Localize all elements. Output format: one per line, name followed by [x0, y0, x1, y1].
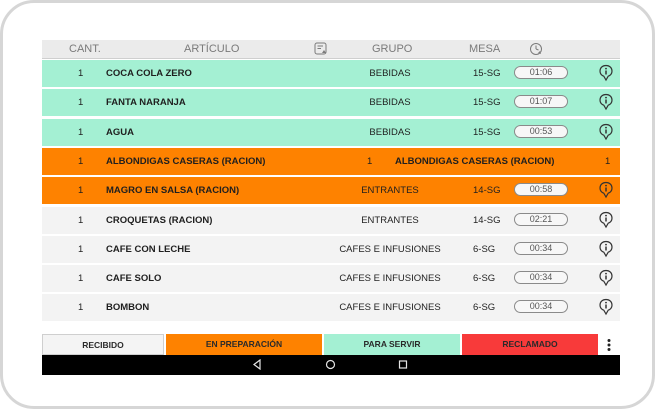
row-article: FANTA NARANJA: [106, 97, 186, 109]
row-table: 6-SG: [473, 273, 496, 285]
row-elapsed-time: 01:07: [514, 95, 568, 109]
info-pin-icon[interactable]: [598, 93, 614, 114]
order-row[interactable]: 1 BOMBON CAFES E INFUSIONES 6-SG 00:34: [42, 294, 620, 322]
tab-recibido[interactable]: RECIBIDO: [42, 334, 164, 355]
row-article: BOMBON: [106, 302, 150, 314]
row-article: ALBONDIGAS CASERAS (RACION): [106, 155, 266, 167]
row-elapsed-time: 00:53: [514, 124, 568, 138]
row-group: BEBIDAS: [369, 126, 411, 138]
row-quantity: 1: [78, 243, 84, 255]
row-elapsed-time: 00:58: [514, 183, 568, 197]
info-pin-icon[interactable]: [598, 298, 614, 319]
row-group: CAFES E INFUSIONES: [339, 302, 441, 314]
row-article: COCA COLA ZERO: [106, 68, 192, 79]
order-row[interactable]: 1 CAFE CON LECHE CAFES E INFUSIONES 6-SG 00:…: [42, 235, 620, 263]
order-row[interactable]: 1 MAGRO EN SALSA (RACION) ENTRANTES 14-SG 00…: [42, 177, 620, 205]
row-quantity: 1: [78, 214, 84, 226]
android-nav-bar: [42, 355, 620, 375]
row-article: CAFE SOLO: [106, 273, 162, 285]
row-quantity: 1: [78, 273, 84, 285]
row-quantity: 1: [78, 302, 84, 314]
row-elapsed-time: 02:21: [514, 212, 568, 226]
row-table: 15-SG: [473, 126, 501, 138]
row-quantity: 1: [78, 68, 84, 79]
info-pin-icon[interactable]: [598, 64, 614, 85]
row-article: AGUA: [106, 126, 134, 138]
row-group: CAFES E INFUSIONES: [339, 273, 441, 285]
order-notes-icon: [314, 42, 328, 58]
row-quantity: 1: [78, 185, 84, 197]
order-row[interactable]: 1 FANTA NARANJA BEBIDAS 15-SG 01:07: [42, 89, 620, 117]
row-table: 15-SG: [473, 68, 501, 79]
row-group: CAFES E INFUSIONES: [339, 243, 441, 255]
row-elapsed-time: 00:34: [514, 271, 568, 285]
row-elapsed-time: 00:34: [514, 241, 568, 255]
info-pin-icon[interactable]: [598, 269, 614, 290]
more-vert-icon[interactable]: [605, 338, 613, 352]
home-circle-icon[interactable]: [325, 359, 336, 370]
row-group: BEBIDAS: [369, 97, 411, 109]
status-tab-bar: RECIBIDO EN PREPARACIÓN PARA SERVIR RECL…: [42, 333, 620, 355]
row-table: 15-SG: [473, 97, 501, 109]
row-elapsed-time: 00:34: [514, 300, 568, 314]
row-group: ENTRANTES: [361, 185, 419, 197]
header-cant: CANT.: [69, 43, 101, 55]
clock-icon: [529, 42, 543, 59]
tablet-frame: CANT. ARTÍCULO GRUPO MESA 1 COCA COLA ZE…: [0, 0, 655, 409]
recents-square-icon[interactable]: [398, 359, 408, 370]
row-elapsed-time: 01:06: [514, 66, 568, 79]
info-pin-icon[interactable]: [598, 123, 614, 144]
order-row[interactable]: 1 COCA COLA ZERO BEBIDAS 15-SG 01:06: [42, 60, 620, 87]
order-row[interactable]: 1 CAFE SOLO CAFES E INFUSIONES 6-SG 00:34: [42, 265, 620, 293]
row-quantity: 1: [78, 155, 84, 167]
back-triangle-icon[interactable]: [252, 359, 262, 370]
row-quantity-overflow: 1: [605, 155, 611, 167]
header-mesa: MESA: [469, 43, 501, 55]
row-article: MAGRO EN SALSA (RACION): [106, 185, 240, 197]
info-pin-icon[interactable]: [598, 211, 614, 232]
tab-reclamado[interactable]: RECLAMADO: [462, 334, 598, 355]
info-pin-icon[interactable]: [598, 240, 614, 261]
row-table: 14-SG: [473, 185, 501, 197]
row-quantity: 1: [78, 97, 84, 109]
order-row[interactable]: 1 AGUA BEBIDAS 15-SG 00:53: [42, 118, 620, 146]
row-article: CROQUETAS (RACION): [106, 214, 213, 226]
tab-para-servir[interactable]: PARA SERVIR: [324, 334, 460, 355]
order-row[interactable]: 1 CROQUETAS (RACION) ENTRANTES 14-SG 02:21: [42, 206, 620, 234]
row-group: ENTRANTES: [361, 214, 419, 226]
row-article-duplicate: ALBONDIGAS CASERAS (RACION): [395, 155, 555, 167]
app-screen: CANT. ARTÍCULO GRUPO MESA 1 COCA COLA ZE…: [42, 40, 620, 375]
order-row[interactable]: 1 ALBONDIGAS CASERAS (RACION) 1 ALBONDIGAS …: [42, 147, 620, 175]
header-articulo: ARTÍCULO: [184, 43, 240, 55]
row-table: 6-SG: [473, 243, 496, 255]
row-article: CAFE CON LECHE: [106, 243, 191, 255]
column-header: CANT. ARTÍCULO GRUPO MESA: [42, 40, 620, 59]
row-group: BEBIDAS: [369, 68, 411, 79]
tab-en-preparacion[interactable]: EN PREPARACIÓN: [166, 334, 322, 355]
row-quantity-duplicate: 1: [367, 155, 373, 167]
header-grupo: GRUPO: [372, 43, 413, 55]
row-table: 14-SG: [473, 214, 501, 226]
info-pin-icon[interactable]: [598, 181, 614, 202]
row-table: 6-SG: [473, 302, 496, 314]
row-quantity: 1: [78, 126, 84, 138]
